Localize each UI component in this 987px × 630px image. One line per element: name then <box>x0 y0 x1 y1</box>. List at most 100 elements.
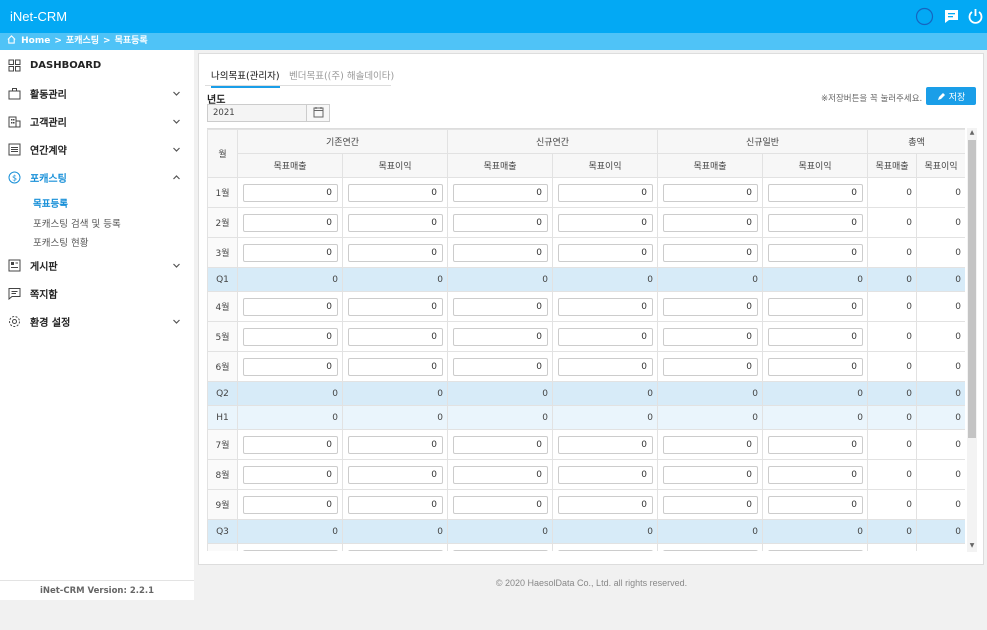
value-cell: 0 <box>342 267 448 292</box>
target-input[interactable]: 0 <box>768 435 863 454</box>
target-input[interactable]: 0 <box>243 435 338 454</box>
target-input[interactable]: 0 <box>243 357 338 376</box>
subheader-cell: 목표이익 <box>762 153 868 178</box>
subheader-row: 목표매출 목표이익 목표매출 목표이익 목표매출 목표이익 목표매출 목표이익 <box>208 153 965 178</box>
sidebar-subitem-forecast-status[interactable]: 포캐스팅 현황 <box>33 235 88 249</box>
target-input[interactable]: 0 <box>453 549 548 551</box>
target-input[interactable]: 0 <box>768 327 863 346</box>
grid-scrollbar[interactable]: ▲ ▼ <box>967 128 977 552</box>
sidebar-item-dashboard[interactable]: DASHBOARD <box>0 51 194 79</box>
target-input[interactable]: 0 <box>453 213 548 232</box>
target-input[interactable]: 0 <box>768 495 863 514</box>
target-input[interactable]: 0 <box>453 183 548 202</box>
target-input[interactable]: 0 <box>243 549 338 551</box>
tab-vendor-target[interactable]: 벤더목표((주) 해솔데이타) <box>289 68 394 86</box>
target-input[interactable]: 0 <box>558 465 653 484</box>
target-input[interactable]: 0 <box>348 297 443 316</box>
target-input[interactable]: 0 <box>558 183 653 202</box>
table-row: 2월 0 0 0 0 0 0 0 0 <box>207 207 965 238</box>
target-input[interactable]: 0 <box>768 243 863 262</box>
target-input[interactable]: 0 <box>663 213 758 232</box>
value-cell: 0 <box>916 429 965 460</box>
target-input[interactable]: 0 <box>243 495 338 514</box>
target-input[interactable]: 0 <box>663 435 758 454</box>
year-input[interactable]: 2021 <box>207 104 307 122</box>
target-input[interactable]: 0 <box>768 357 863 376</box>
target-input[interactable]: 0 <box>558 213 653 232</box>
target-input[interactable]: 0 <box>348 213 443 232</box>
target-input[interactable]: 0 <box>663 465 758 484</box>
target-input[interactable]: 0 <box>558 495 653 514</box>
target-input[interactable]: 0 <box>453 357 548 376</box>
target-input[interactable]: 0 <box>243 213 338 232</box>
target-input[interactable]: 0 <box>663 357 758 376</box>
value-cell: 0 <box>552 489 658 520</box>
calendar-button[interactable] <box>306 104 330 122</box>
target-input[interactable]: 0 <box>348 357 443 376</box>
sidebar-item-settings[interactable]: 환경 설정 <box>0 307 194 335</box>
table-row: H1 0 0 0 0 0 0 0 0 <box>207 405 965 430</box>
target-input[interactable]: 0 <box>453 327 548 346</box>
target-input[interactable]: 0 <box>558 243 653 262</box>
scroll-thumb[interactable] <box>968 140 976 438</box>
target-input[interactable]: 0 <box>348 549 443 551</box>
save-button[interactable]: 저장 <box>926 87 976 105</box>
sidebar-item-forecasting[interactable]: $ 포캐스팅 <box>0 163 194 191</box>
target-input[interactable]: 0 <box>663 549 758 551</box>
globe-icon[interactable] <box>915 7 934 26</box>
target-input[interactable]: 0 <box>453 297 548 316</box>
value-cell: 0 <box>552 351 658 382</box>
breadcrumb-forecasting[interactable]: 포캐스팅 <box>66 36 99 46</box>
target-input[interactable]: 0 <box>243 183 338 202</box>
target-input[interactable]: 0 <box>558 549 653 551</box>
sidebar-subitem-forecast-search[interactable]: 포캐스팅 검색 및 등록 <box>33 216 121 230</box>
target-input[interactable]: 0 <box>243 327 338 346</box>
sidebar-item-label: 쪽지함 <box>30 289 58 301</box>
target-input[interactable]: 0 <box>348 327 443 346</box>
breadcrumb-separator: > <box>103 36 111 46</box>
sidebar-item-customer[interactable]: 고객관리 <box>0 107 194 135</box>
sidebar-item-messages[interactable]: 쪽지함 <box>0 279 194 307</box>
target-input[interactable]: 0 <box>348 183 443 202</box>
target-input[interactable]: 0 <box>558 435 653 454</box>
table-row: Q2 0 0 0 0 0 0 0 0 <box>207 381 965 406</box>
target-input[interactable]: 0 <box>243 243 338 262</box>
breadcrumb-home[interactable]: Home <box>21 36 50 46</box>
sidebar-item-contract[interactable]: 연간계약 <box>0 135 194 163</box>
target-input[interactable]: 0 <box>768 549 863 551</box>
target-input[interactable]: 0 <box>453 465 548 484</box>
power-icon[interactable] <box>966 7 985 26</box>
target-input[interactable]: 0 <box>663 327 758 346</box>
target-input[interactable]: 0 <box>663 183 758 202</box>
target-input[interactable]: 0 <box>243 465 338 484</box>
target-input[interactable]: 0 <box>453 243 548 262</box>
target-input[interactable]: 0 <box>348 495 443 514</box>
target-input[interactable]: 0 <box>663 243 758 262</box>
target-input[interactable]: 0 <box>768 297 863 316</box>
target-input[interactable]: 0 <box>768 213 863 232</box>
target-input[interactable]: 0 <box>663 495 758 514</box>
target-input[interactable]: 0 <box>348 465 443 484</box>
sidebar-item-board[interactable]: 게시판 <box>0 251 194 279</box>
target-input[interactable]: 0 <box>663 297 758 316</box>
sidebar-subitem-target[interactable]: 목표등록 <box>33 196 68 210</box>
target-input[interactable]: 0 <box>558 327 653 346</box>
target-input[interactable]: 0 <box>768 183 863 202</box>
scroll-up-icon[interactable]: ▲ <box>967 128 977 138</box>
sidebar-item-activity[interactable]: 활동관리 <box>0 79 194 107</box>
target-input[interactable]: 0 <box>768 465 863 484</box>
target-input[interactable]: 0 <box>348 243 443 262</box>
month-cell: H1 <box>207 405 238 430</box>
target-input[interactable]: 0 <box>558 297 653 316</box>
target-input[interactable]: 0 <box>348 435 443 454</box>
value-cell: 0 <box>916 543 965 551</box>
month-cell: 7월 <box>207 429 238 460</box>
home-icon[interactable] <box>7 35 16 44</box>
target-input[interactable]: 0 <box>243 297 338 316</box>
value-cell: 0 <box>916 459 965 490</box>
target-input[interactable]: 0 <box>453 495 548 514</box>
message-icon[interactable] <box>942 7 961 26</box>
target-input[interactable]: 0 <box>558 357 653 376</box>
scroll-down-icon[interactable]: ▼ <box>967 541 977 551</box>
target-input[interactable]: 0 <box>453 435 548 454</box>
